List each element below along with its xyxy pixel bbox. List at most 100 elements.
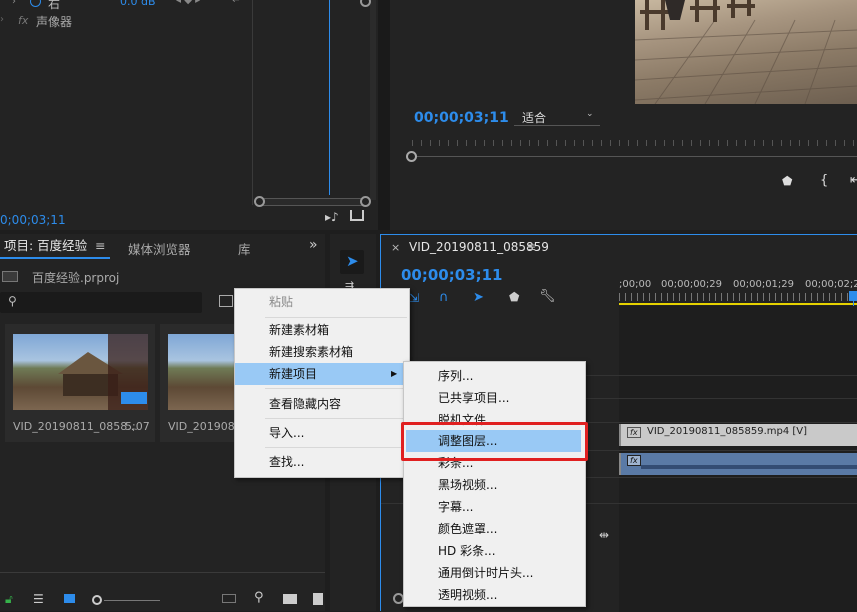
clip-fx-badge: fx xyxy=(627,427,641,438)
white-blob xyxy=(646,525,806,612)
automate-to-sequence-icon[interactable] xyxy=(222,594,236,603)
fit-dropdown[interactable]: 适合 ⌄ xyxy=(514,108,600,126)
tab-underline xyxy=(0,257,110,259)
ruler-label: 00;00;02;29 xyxy=(805,279,857,290)
snap-icon[interactable]: ⇲ xyxy=(409,291,419,305)
export-icon[interactable] xyxy=(350,210,364,221)
submenu-item-countdown-leader[interactable]: 通用倒计时片头... xyxy=(404,562,585,584)
program-timecode[interactable]: 00;00;03;11 xyxy=(414,110,509,126)
audio-clip[interactable]: fx xyxy=(619,453,857,475)
scrubber-handle[interactable] xyxy=(406,151,417,162)
new-item-submenu: 序列... 已共享项目... 脱机文件... 调整图层... 彩条... 黑场视… xyxy=(403,361,586,607)
marker-icon[interactable]: ⬟ xyxy=(782,174,792,188)
submenu-item-shared-project[interactable]: 已共享项目... xyxy=(404,387,585,409)
new-bin-icon[interactable] xyxy=(283,594,297,604)
menu-separator xyxy=(265,447,407,448)
menu-item-view-hidden[interactable]: 查看隐藏内容 xyxy=(235,393,409,415)
panel-menu-icon[interactable]: ≡ xyxy=(526,240,536,254)
add-marker-icon[interactable]: ⬟ xyxy=(509,290,519,304)
video-clip-label: VID_20190811_085859.mp4 [V] xyxy=(647,426,808,437)
stopwatch-icon[interactable] xyxy=(30,0,41,7)
chevron-right-icon[interactable]: › xyxy=(12,0,16,7)
zoom-slider-track[interactable] xyxy=(104,600,160,601)
playhead-marker[interactable] xyxy=(849,291,857,301)
scrubber-line xyxy=(412,156,857,157)
effect-row-panner: › fx 声像器 xyxy=(0,14,252,32)
ruler-label: 00;00;01;29 xyxy=(733,279,795,290)
scrollbar-vertical[interactable] xyxy=(370,0,376,200)
magnet-icon[interactable]: ∩ xyxy=(439,290,449,305)
submenu-item-sequence[interactable]: 序列... xyxy=(404,365,585,387)
submenu-item-black-video[interactable]: 黑场视频... xyxy=(404,474,585,496)
scroll-handle-left[interactable] xyxy=(254,196,265,207)
tab-media-browser[interactable]: 媒体浏览器 xyxy=(128,239,191,258)
search-icon: ⚲ xyxy=(8,294,17,308)
clip-name: VID_2019081 xyxy=(168,420,242,433)
effect-row-right: › 右 0.0 dB ◂ ◆ ▸ ↩ xyxy=(0,0,252,12)
clip-thumbnail[interactable]: VID_20190811_0858... 5;07 xyxy=(5,324,155,442)
keyframe-nav-icon[interactable]: ◂ ◆ ▸ xyxy=(176,0,200,6)
tab-library[interactable]: 库 xyxy=(238,239,251,258)
linked-selection-icon[interactable]: ➤ xyxy=(473,290,484,305)
audio-output-icon[interactable]: ▸♪ xyxy=(325,210,339,224)
menu-item-find[interactable]: 查找... xyxy=(235,451,409,473)
adjust-height-icon[interactable]: ⇹ xyxy=(599,528,609,542)
program-monitor: 00;00;03;11 适合 ⌄ ⬟ { ⇤ xyxy=(390,0,857,230)
scroll-handle-right[interactable] xyxy=(360,196,371,207)
search-input[interactable]: ⚲ xyxy=(0,292,202,313)
time-ruler[interactable]: ;00;00 00;00;00;29 00;00;01;29 00;00;02;… xyxy=(619,275,857,305)
submenu-item-transparent-video[interactable]: 透明视频... xyxy=(404,584,585,606)
panel-divider xyxy=(252,0,253,205)
menu-item-import[interactable]: 导入... xyxy=(235,422,409,444)
new-item-icon[interactable] xyxy=(313,593,323,605)
scrollbar-horizontal[interactable] xyxy=(256,198,368,206)
effect-row-label: 声像器 xyxy=(36,15,73,29)
list-view-icon[interactable]: ☰ xyxy=(33,592,44,606)
close-tab-icon[interactable]: × xyxy=(391,241,400,254)
project-bottom-border xyxy=(0,572,325,573)
clip-thumbnail-image xyxy=(13,334,148,410)
folder-icon xyxy=(2,271,18,282)
timeline-timecode[interactable]: 00;00;03;11 xyxy=(401,266,503,284)
new-bin-from-search-icon[interactable] xyxy=(219,295,233,307)
find-icon[interactable]: ⚲ xyxy=(254,590,264,605)
clip-duration: 5;07 xyxy=(125,420,150,433)
lock-icon[interactable]: 🔓︎ xyxy=(5,592,13,607)
menu-item-new-item[interactable]: 新建项目 ▶ xyxy=(235,363,409,385)
menu-separator xyxy=(265,388,407,389)
tab-project[interactable]: 项目: 百度经验 ≡ xyxy=(0,234,106,258)
menu-separator xyxy=(265,317,407,318)
mark-in-icon[interactable]: { xyxy=(820,173,828,188)
clip-name: VID_20190811_0858... xyxy=(13,420,138,433)
panel-menu-icon[interactable]: ≡ xyxy=(95,238,105,253)
submenu-item-hd-bars[interactable]: HD 彩条... xyxy=(404,540,585,562)
icon-view-icon[interactable] xyxy=(64,594,75,603)
video-clip[interactable]: fx VID_20190811_085859.mp4 [V] xyxy=(619,424,857,446)
zoom-slider-handle[interactable] xyxy=(92,595,102,605)
menu-item-paste[interactable]: 粘贴 xyxy=(235,291,409,313)
menu-item-new-bin[interactable]: 新建素材箱 xyxy=(235,319,409,341)
arrow-pointer-icon: ➤ xyxy=(346,252,359,270)
more-tabs-icon[interactable]: » xyxy=(309,237,318,253)
chevron-right-icon[interactable]: › xyxy=(0,14,4,25)
fx-icon: fx xyxy=(18,14,29,27)
wrench-icon[interactable]: 🔧︎ xyxy=(539,289,556,304)
program-scrubber[interactable] xyxy=(412,140,857,154)
effect-controls-panel: › 右 0.0 dB ◂ ◆ ▸ ↩ › fx 声像器 0;00;03;11 ▸… xyxy=(0,0,378,230)
submenu-item-color-matte[interactable]: 颜色遮罩... xyxy=(404,518,585,540)
selection-tool-button[interactable]: ➤ xyxy=(340,250,364,274)
vertical-divider xyxy=(378,0,390,230)
work-area-bar[interactable] xyxy=(619,303,857,305)
effect-row-value[interactable]: 0.0 dB xyxy=(120,0,156,8)
clip-fx-badge: fx xyxy=(627,455,641,466)
reset-icon[interactable]: ↩ xyxy=(232,0,240,6)
menu-separator xyxy=(265,418,407,419)
ruler-label: 00;00;00;29 xyxy=(661,279,723,290)
playhead-line xyxy=(329,0,330,195)
submenu-item-caption[interactable]: 字幕... xyxy=(404,496,585,518)
audio-waveform xyxy=(641,465,857,469)
effect-row-label: 右 xyxy=(48,0,61,11)
go-to-in-icon[interactable]: ⇤ xyxy=(850,173,857,188)
effect-controls-timecode[interactable]: 0;00;03;11 xyxy=(0,213,66,227)
menu-item-new-search-bin[interactable]: 新建搜索素材箱 xyxy=(235,341,409,363)
